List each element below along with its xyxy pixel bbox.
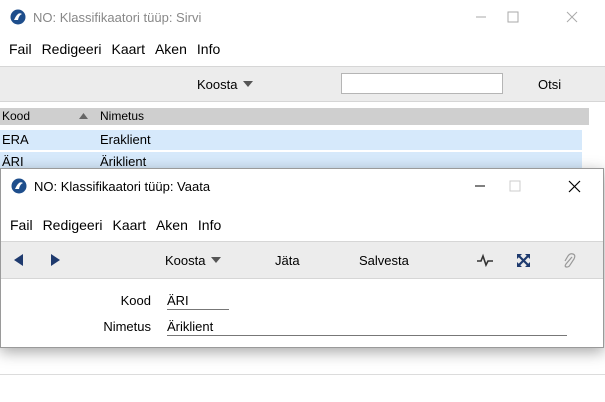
previous-record-button[interactable] bbox=[14, 242, 23, 278]
pulse-icon bbox=[477, 253, 493, 267]
view-menubar: Fail Redigeeri Kaart Aken Info bbox=[1, 214, 603, 236]
menu-kaart[interactable]: Kaart bbox=[113, 217, 146, 233]
kood-field[interactable]: ÄRI bbox=[167, 293, 229, 310]
menu-aken[interactable]: Aken bbox=[156, 217, 188, 233]
close-button[interactable] bbox=[551, 169, 597, 203]
attachment-button[interactable] bbox=[562, 242, 576, 278]
maximize-button[interactable] bbox=[492, 169, 538, 203]
menu-info[interactable]: Info bbox=[198, 217, 221, 233]
view-toolbar: Koosta Jäta Salvesta bbox=[1, 241, 603, 279]
column-kood-header[interactable]: Kood bbox=[2, 109, 30, 123]
nimetus-field[interactable]: Äriklient bbox=[167, 319, 567, 336]
paperclip-icon bbox=[564, 252, 576, 268]
view-window-title: NO: Klassifikaatori tüüp: Vaata bbox=[34, 178, 211, 194]
app-logo-icon bbox=[11, 178, 27, 194]
close-icon bbox=[568, 180, 580, 192]
close-icon bbox=[566, 11, 578, 23]
kood-label: Kood bbox=[120, 293, 151, 308]
menu-aken[interactable]: Aken bbox=[155, 41, 187, 57]
menu-redigeeri[interactable]: Redigeeri bbox=[43, 217, 103, 233]
browse-toolbar: Koosta Otsi bbox=[0, 66, 605, 102]
row-kood: ÄRI bbox=[2, 154, 24, 169]
jata-button[interactable]: Jäta bbox=[275, 242, 300, 278]
row-nimetus: Eraklient bbox=[100, 132, 151, 147]
otsi-label: Otsi bbox=[538, 76, 562, 92]
sort-asc-icon bbox=[79, 113, 88, 119]
search-input[interactable] bbox=[341, 73, 503, 94]
menu-info[interactable]: Info bbox=[197, 41, 220, 57]
koosta-button[interactable]: Koosta bbox=[165, 242, 222, 278]
menu-fail[interactable]: Fail bbox=[10, 217, 33, 233]
divider bbox=[0, 374, 605, 375]
view-window: NO: Klassifikaatori tüüp: Vaata Fail Red… bbox=[0, 168, 604, 348]
menu-kaart[interactable]: Kaart bbox=[112, 41, 145, 57]
salvesta-button[interactable]: Salvesta bbox=[359, 242, 409, 278]
activity-button[interactable] bbox=[477, 242, 493, 278]
triangle-left-icon bbox=[14, 254, 23, 266]
column-nimetus-header[interactable]: Nimetus bbox=[100, 109, 144, 123]
expand-button[interactable] bbox=[516, 242, 531, 278]
koosta-label: Koosta bbox=[197, 76, 238, 92]
maximize-icon bbox=[507, 11, 519, 23]
koosta-label: Koosta bbox=[165, 252, 206, 268]
minimize-icon bbox=[476, 16, 486, 18]
expand-icon bbox=[517, 253, 530, 267]
maximize-icon bbox=[509, 180, 521, 192]
browse-menubar: Fail Redigeeri Kaart Aken Info bbox=[0, 38, 605, 60]
browse-window-title: NO: Klassifikaatori tüüp: Sirvi bbox=[33, 9, 202, 25]
triangle-right-icon bbox=[51, 254, 60, 266]
close-button[interactable] bbox=[549, 0, 595, 34]
salvesta-label: Salvesta bbox=[359, 252, 409, 268]
chevron-down-icon bbox=[243, 81, 254, 87]
otsi-button[interactable]: Otsi bbox=[538, 67, 561, 101]
app-logo-icon bbox=[10, 9, 26, 25]
list-header: Kood Nimetus bbox=[0, 108, 589, 125]
row-nimetus: Äriklient bbox=[100, 154, 147, 169]
minimize-icon bbox=[475, 185, 485, 187]
next-record-button[interactable] bbox=[51, 242, 60, 278]
koosta-button[interactable]: Koosta bbox=[197, 67, 254, 101]
menu-fail[interactable]: Fail bbox=[9, 41, 32, 57]
maximize-button[interactable] bbox=[490, 0, 536, 34]
table-row[interactable]: ERA Eraklient bbox=[0, 130, 582, 150]
nimetus-label: Nimetus bbox=[103, 319, 151, 334]
menu-redigeeri[interactable]: Redigeeri bbox=[42, 41, 102, 57]
jata-label: Jäta bbox=[275, 252, 300, 268]
row-kood: ERA bbox=[2, 132, 29, 147]
chevron-down-icon bbox=[211, 257, 222, 263]
